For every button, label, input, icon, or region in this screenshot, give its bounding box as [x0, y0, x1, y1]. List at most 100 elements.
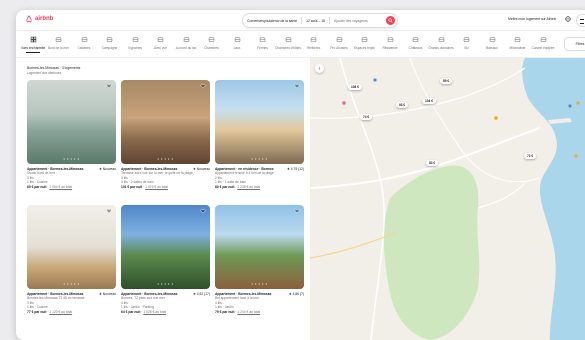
listing-price-line: 64 € par nuit · 1 028 € au total: [121, 310, 167, 315]
filters-button[interactable]: Filtres: [564, 37, 585, 51]
collapse-map-button[interactable]: ‹: [315, 64, 324, 73]
map-poi-marker: [373, 78, 377, 82]
map-price-pin[interactable]: 74 €: [360, 114, 373, 120]
globe-icon[interactable]: [565, 16, 571, 22]
category-label: Cabanes: [77, 46, 91, 50]
tab-category[interactable]: Grands domaines: [428, 36, 454, 50]
map-canvas[interactable]: [310, 58, 585, 340]
grape-icon: [132, 37, 138, 42]
user-menu-button[interactable]: [576, 14, 585, 27]
listing-total[interactable]: 1 235 € au total: [237, 185, 260, 189]
listing-price: 77 € par nuit: [27, 310, 47, 315]
category-label: Cuisine équipée: [531, 46, 555, 50]
boat-icon: [489, 37, 495, 42]
category-label: Campagne: [101, 46, 118, 50]
map-price-pin[interactable]: 104 €: [422, 98, 436, 104]
tab-category[interactable]: Lacs: [224, 36, 250, 50]
tab-category[interactable]: Au bord du lac: [173, 36, 199, 50]
tab-category[interactable]: Chambres d'hôtes: [275, 36, 301, 50]
top-header: airbnb Cornerbarsyoulaterav de la sante …: [16, 10, 585, 31]
category-label: Minimaliste: [509, 46, 526, 50]
tab-category[interactable]: Cabanes: [71, 36, 97, 50]
host-link[interactable]: Mettre mon logement sur Airbnb: [508, 17, 556, 21]
pool-icon: [336, 37, 342, 42]
listing-photo[interactable]: • • • • •: [121, 80, 210, 164]
barn-icon: [259, 37, 266, 42]
map-price-pin[interactable]: 93 €: [396, 102, 409, 108]
tab-category[interactable]: Vues enchantelle: [20, 36, 46, 53]
listing-card[interactable]: • • • • • Appartement · Bormes-les-Mimosa…: [121, 205, 210, 314]
listing-total[interactable]: 1 576 € au total: [145, 185, 168, 189]
listing-rating: ★ Nouveau: [98, 292, 116, 296]
house-icon: [285, 37, 291, 42]
building-icon: [387, 37, 393, 42]
heart-icon[interactable]: [200, 208, 206, 214]
map-price-pin[interactable]: 72 €: [524, 153, 537, 159]
tab-category[interactable]: Résidence: [377, 36, 403, 50]
carousel-dots: • • • • •: [157, 156, 174, 161]
tab-category[interactable]: Pro Arcades: [326, 36, 352, 50]
listing-rating: ★ 4,92 (17): [192, 292, 210, 296]
listing-info: Appartement · Bormes-les-Mimosas ★ Nouvea…: [121, 167, 210, 189]
heart-icon[interactable]: [294, 208, 300, 214]
tab-category[interactable]: Espaces tropic: [352, 36, 378, 50]
tab-category[interactable]: Ski: [454, 36, 480, 50]
map-panel[interactable]: ‹ 108 € 93 € 104 € 74 € 83 € 89 € 72 €: [310, 58, 585, 340]
listing-photo[interactable]: • • • • •: [215, 205, 304, 289]
listing-card[interactable]: • • • • • Appartement · Bormes-les-Mimosa…: [121, 80, 210, 189]
category-label: Ski: [464, 46, 469, 50]
chevron-left-icon: ‹: [318, 65, 321, 72]
tab-category[interactable]: Fermes: [250, 36, 276, 50]
listing-rating: ★ 4,75 (12): [286, 167, 304, 171]
listing-rating: ★ Nouveau: [192, 167, 210, 171]
results-subtitle: Logement aux alentours: [27, 71, 62, 75]
listing-photo[interactable]: • • • • •: [27, 205, 116, 289]
listing-photo[interactable]: • • • • •: [27, 80, 116, 164]
map-price-pin[interactable]: 83 €: [426, 160, 439, 166]
tab-category[interactable]: Châteaux: [403, 36, 429, 50]
listing-details: 3 lits · 2 salles de bain: [121, 179, 154, 184]
search-location[interactable]: Cornerbarsyoulaterav de la sante: [243, 19, 301, 23]
tab-category[interactable]: Campagne: [97, 36, 123, 50]
tab-category[interactable]: Minimaliste: [505, 36, 531, 50]
tab-category[interactable]: Héritières: [301, 36, 327, 50]
tree-icon: [106, 37, 113, 42]
tower-icon: [412, 37, 419, 42]
listing-card[interactable]: • • • • • Appartement · en résidence · Bo…: [215, 80, 304, 189]
listing-total[interactable]: 1 244 € au total: [237, 310, 260, 314]
listing-details: 1 lits · Cuisine: [27, 179, 48, 184]
tab-category[interactable]: Cuisine équipée: [530, 36, 556, 50]
tab-category[interactable]: Chambres: [199, 36, 225, 50]
category-label: Chambres: [204, 46, 219, 50]
search-guests[interactable]: Ajouter des voyageurs: [330, 19, 372, 23]
heart-icon[interactable]: [106, 208, 112, 214]
listing-card[interactable]: • • • • • Appartement · Bormes-les-Mimosa…: [27, 205, 116, 314]
search-bar[interactable]: Cornerbarsyoulaterav de la sante 12 août…: [242, 13, 398, 28]
map-price-pin[interactable]: 89 €: [440, 78, 453, 84]
listing-total[interactable]: 1 064 € au total: [49, 185, 72, 189]
listing-total[interactable]: 1 120 € au total: [49, 310, 72, 314]
tab-category[interactable]: Avec vue: [148, 36, 174, 50]
search-dates[interactable]: 12 août – 18: [302, 19, 329, 23]
heart-icon[interactable]: [294, 83, 300, 89]
airbnb-logo[interactable]: airbnb: [25, 15, 53, 23]
category-label: Espaces tropic: [354, 46, 375, 50]
cube-icon: [514, 37, 521, 42]
listing-card[interactable]: • • • • • Appartement · Bormes-les-Mimosa…: [27, 80, 116, 189]
tab-category[interactable]: Bateaux: [479, 36, 505, 50]
map-poi-marker: [568, 104, 572, 108]
listing-total[interactable]: 1 028 € au total: [143, 310, 166, 314]
heart-icon[interactable]: [106, 83, 112, 89]
tab-category[interactable]: Bord de la mer: [46, 36, 72, 50]
search-button[interactable]: [386, 16, 395, 25]
heart-icon[interactable]: [200, 83, 206, 89]
listing-card[interactable]: • • • • • Appartement · Bormes-les-Mimosa…: [215, 205, 304, 314]
listing-photo[interactable]: • • • • •: [121, 205, 210, 289]
listing-photo[interactable]: • • • • •: [215, 80, 304, 164]
ski-icon: [463, 37, 470, 42]
listing-price: 80 € par nuit: [215, 185, 235, 190]
listing-price: 101 € par nuit: [121, 185, 143, 190]
map-price-pin[interactable]: 108 €: [348, 84, 362, 90]
tab-category[interactable]: Vignobles: [122, 36, 148, 50]
results-count: Bormes-les-Mimosas · 3 logements: [27, 66, 81, 70]
